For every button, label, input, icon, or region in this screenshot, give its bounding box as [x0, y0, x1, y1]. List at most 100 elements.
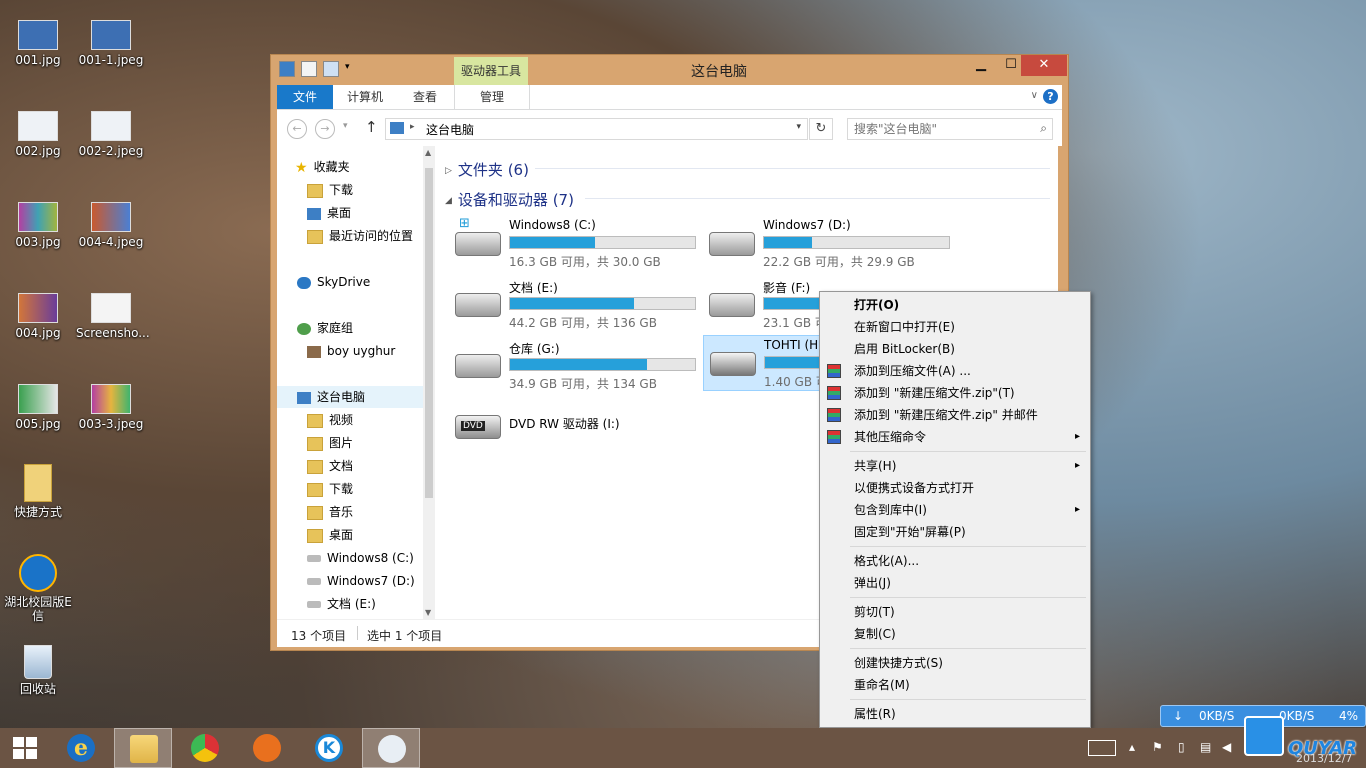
minimize-button[interactable]: ▁ — [966, 55, 996, 76]
tab-view[interactable]: 查看 — [397, 85, 453, 109]
nav-downloads[interactable]: 下载 — [307, 179, 435, 201]
close-button[interactable]: ✕ — [1021, 55, 1067, 76]
desktop-icon-005[interactable]: 005.jpg — [3, 384, 73, 431]
search-icon[interactable]: ⌕ — [1040, 121, 1047, 136]
up-button[interactable]: ↑ — [365, 118, 378, 136]
refresh-button[interactable]: ↻ — [809, 118, 833, 140]
new-folder-icon[interactable] — [323, 61, 339, 77]
drive-d[interactable]: Windows7 (D:) 22.2 GB 可用，共 29.9 GB — [703, 216, 950, 270]
taskbar-internet-explorer[interactable]: e — [52, 728, 110, 768]
nav-skydrive[interactable]: SkyDrive — [297, 271, 435, 293]
touch-keyboard-icon[interactable] — [1088, 740, 1116, 756]
properties-icon[interactable] — [301, 61, 317, 77]
menu-copy[interactable]: 复制(C) — [822, 623, 1088, 645]
nav-scrollbar[interactable]: ▲ ▼ — [423, 146, 435, 619]
chevron-down-icon[interactable]: ▾ — [796, 122, 801, 132]
menu-eject[interactable]: 弹出(J) — [822, 572, 1088, 594]
expand-arrow-icon[interactable]: ▷ — [445, 166, 452, 176]
scroll-down-icon[interactable]: ▼ — [425, 608, 431, 617]
desktop-icon-002-2[interactable]: 002-2.jpeg — [76, 111, 146, 158]
nav-drive-c[interactable]: Windows8 (C:) — [307, 547, 435, 569]
forward-button[interactable]: → — [315, 119, 335, 139]
nav-user[interactable]: boy uyghur — [307, 340, 435, 362]
menu-create-shortcut[interactable]: 创建快捷方式(S) — [822, 652, 1088, 674]
menu-cut[interactable]: 剪切(T) — [822, 601, 1088, 623]
menu-share[interactable]: 共享(H) ▸ — [822, 455, 1088, 477]
recent-locations-icon[interactable]: ▾ — [343, 121, 348, 131]
desktop-icon-shortcut[interactable]: 快捷方式 — [3, 464, 73, 519]
menu-add-zip[interactable]: 添加到 "新建压缩文件.zip"(T) — [822, 382, 1088, 404]
search-box[interactable]: ⌕ — [847, 118, 1053, 140]
action-center-flag-icon[interactable]: ⚑ — [1152, 740, 1163, 754]
tab-computer[interactable]: 计算机 — [337, 85, 393, 109]
group-devices[interactable]: ◢ 设备和驱动器 (7) — [445, 189, 574, 210]
desktop-icon-004-4[interactable]: 004-4.jpeg — [76, 202, 146, 249]
menu-add-archive[interactable]: 添加到压缩文件(A) ... — [822, 360, 1088, 382]
drive-g[interactable]: 仓库 (G:) 34.9 GB 可用，共 134 GB — [449, 338, 696, 392]
desktop-icon-screenshot[interactable]: Screensho... — [76, 293, 150, 340]
menu-open[interactable]: 打开(O) — [822, 294, 1088, 316]
breadcrumb[interactable]: 这台电脑 — [426, 121, 474, 138]
help-icon[interactable]: ? — [1043, 89, 1058, 104]
menu-add-zip-email[interactable]: 添加到 "新建压缩文件.zip" 并邮件 — [822, 404, 1088, 426]
clock-date[interactable]: 2013/12/7 — [1296, 752, 1352, 765]
collapse-arrow-icon[interactable]: ◢ — [445, 196, 452, 206]
drive-dvd[interactable]: DVD DVD RW 驱动器 (I:) — [449, 399, 695, 453]
nav-this-pc[interactable]: 这台电脑 — [277, 386, 435, 408]
menu-rename[interactable]: 重命名(M) — [822, 674, 1088, 696]
menu-format[interactable]: 格式化(A)... — [822, 550, 1088, 572]
start-button[interactable] — [0, 728, 50, 768]
menu-pin-start[interactable]: 固定到"开始"屏幕(P) — [822, 521, 1088, 543]
battery-icon[interactable]: ▯ — [1178, 740, 1185, 754]
drive-c[interactable]: ⊞ Windows8 (C:) 16.3 GB 可用，共 30.0 GB — [449, 216, 696, 270]
scroll-up-icon[interactable]: ▲ — [425, 148, 431, 157]
tab-manage[interactable]: 管理 — [454, 85, 530, 109]
desktop-icon-001-1[interactable]: 001-1.jpeg — [76, 20, 146, 67]
nav-documents[interactable]: 文档 — [307, 455, 435, 477]
nav-downloads-pc[interactable]: 下载 — [307, 478, 435, 500]
taskbar-firefox[interactable] — [238, 728, 296, 768]
drive-e[interactable]: 文档 (E:) 44.2 GB 可用，共 136 GB — [449, 277, 696, 331]
volume-icon[interactable]: ◀ — [1222, 740, 1231, 754]
nav-desktop-pc[interactable]: 桌面 — [307, 524, 435, 546]
pc-icon[interactable] — [279, 61, 295, 77]
search-input[interactable] — [852, 119, 1026, 139]
title-bar[interactable]: ▾ 驱动器工具 这台电脑 ▁ ☐ ✕ — [271, 55, 1068, 85]
nav-homegroup[interactable]: 家庭组 — [297, 317, 435, 339]
expand-ribbon-icon[interactable]: ∨ — [1031, 90, 1038, 101]
nav-favorites[interactable]: ★ 收藏夹 — [295, 156, 435, 178]
taskbar-file-explorer[interactable] — [114, 728, 172, 768]
show-hidden-icons-icon[interactable]: ▴ — [1129, 740, 1135, 754]
menu-open-portable[interactable]: 以便携式设备方式打开 — [822, 477, 1088, 499]
nav-pictures[interactable]: 图片 — [307, 432, 435, 454]
address-bar[interactable]: ▸ 这台电脑 ▾ — [385, 118, 808, 140]
desktop-icon-001[interactable]: 001.jpg — [3, 20, 73, 67]
breadcrumb-arrow-icon[interactable]: ▸ — [410, 122, 415, 132]
nav-recent[interactable]: 最近访问的位置 — [307, 225, 435, 247]
group-folders[interactable]: ▷ 文件夹 (6) — [445, 159, 529, 180]
network-icon[interactable]: ▤ — [1200, 740, 1211, 754]
menu-include-library[interactable]: 包含到库中(I) ▸ — [822, 499, 1088, 521]
desktop-icon-hubei-exin[interactable]: 湖北校园版E信 — [3, 554, 73, 623]
menu-bitlocker[interactable]: 启用 BitLocker(B) — [822, 338, 1088, 360]
menu-other-compress[interactable]: 其他压缩命令 ▸ — [822, 426, 1088, 448]
nav-drive-d[interactable]: Windows7 (D:) — [307, 570, 435, 592]
taskbar-k-app[interactable]: K — [300, 728, 358, 768]
nav-music[interactable]: 音乐 — [307, 501, 435, 523]
desktop-icon-003[interactable]: 003.jpg — [3, 202, 73, 249]
taskbar-chrome[interactable] — [176, 728, 234, 768]
nav-drive-e[interactable]: 文档 (E:) — [307, 593, 435, 615]
chevron-down-icon[interactable]: ▾ — [345, 62, 359, 76]
tab-file[interactable]: 文件 — [277, 85, 333, 109]
menu-open-new-window[interactable]: 在新窗口中打开(E) — [822, 316, 1088, 338]
menu-properties[interactable]: 属性(R) — [822, 703, 1088, 725]
desktop-icon-003-3[interactable]: 003-3.jpeg — [76, 384, 146, 431]
desktop-icon-recycle-bin[interactable]: 回收站 — [3, 645, 73, 696]
taskbar-bird-app[interactable] — [362, 728, 420, 768]
scroll-thumb[interactable] — [425, 168, 433, 498]
nav-videos[interactable]: 视频 — [307, 409, 435, 431]
desktop-icon-002[interactable]: 002.jpg — [3, 111, 73, 158]
back-button[interactable]: ← — [287, 119, 307, 139]
nav-desktop[interactable]: 桌面 — [307, 202, 435, 224]
desktop-icon-004[interactable]: 004.jpg — [3, 293, 73, 340]
